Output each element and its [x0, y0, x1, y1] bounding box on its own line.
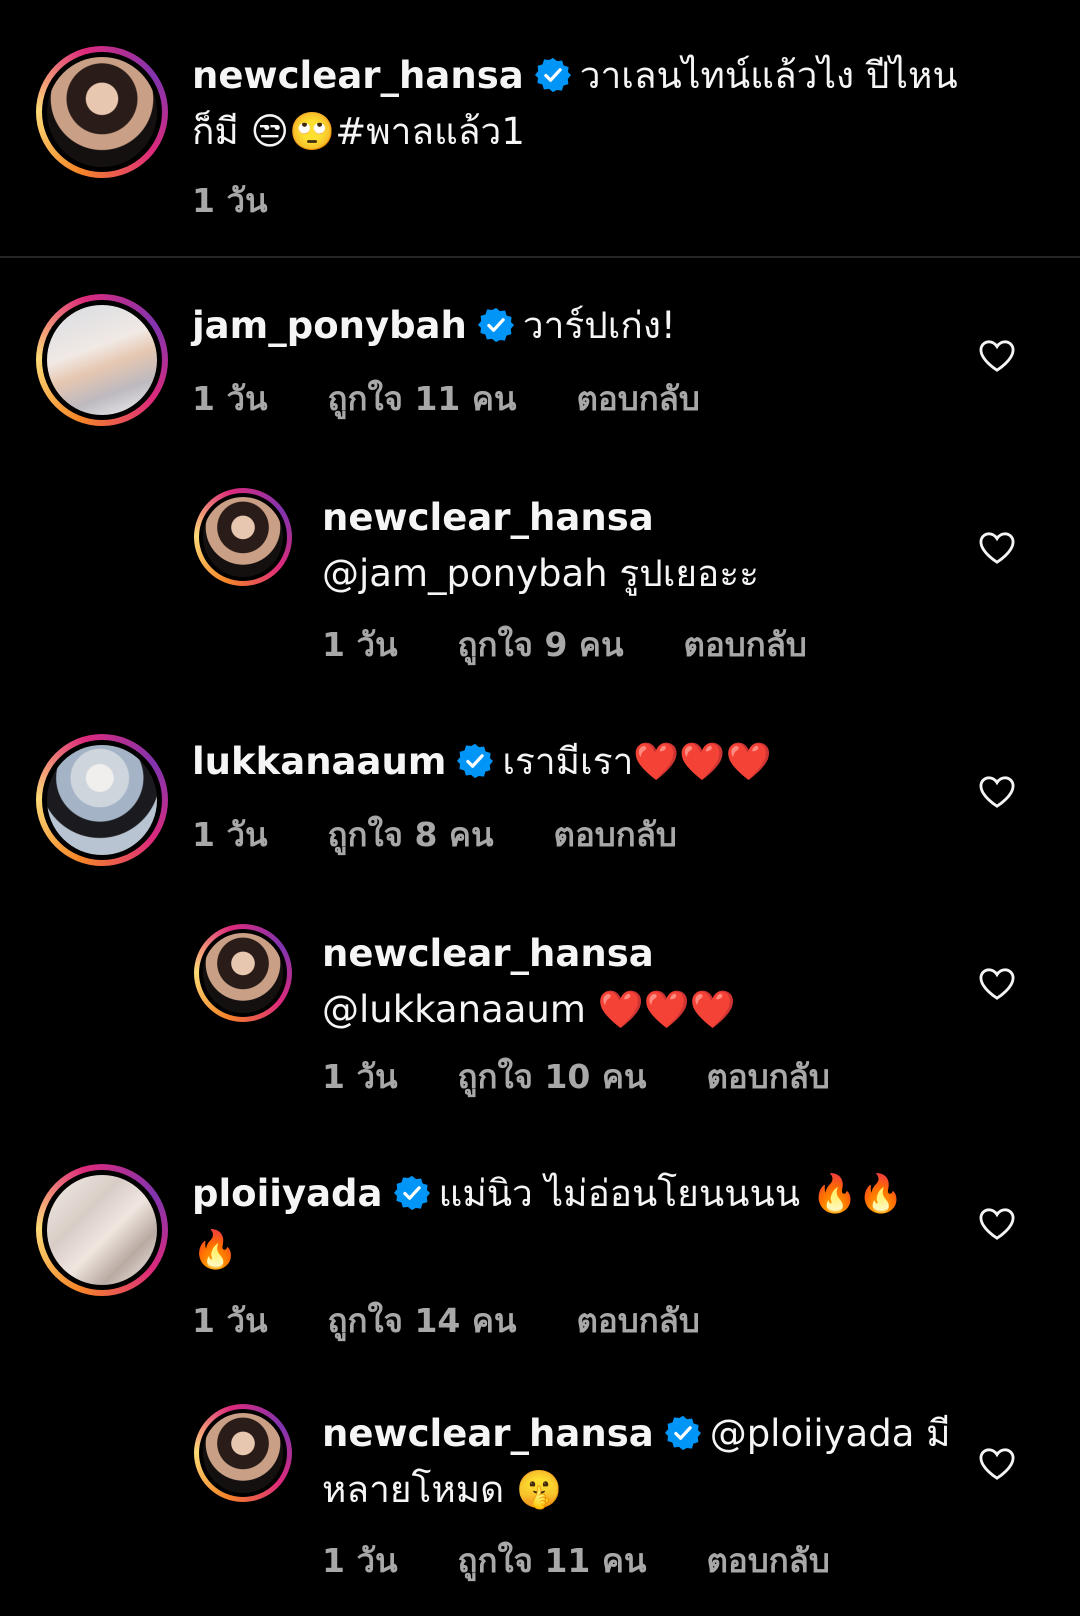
comment-time: 1 วัน — [192, 1301, 268, 1340]
reply-button[interactable]: ตอบกลับ — [707, 1050, 830, 1103]
heart-outline-icon[interactable] — [978, 775, 1016, 809]
reply-text: @ploiiyada มี — [709, 1412, 951, 1455]
comments-screen: newclear_hansa วาเลนไทน์แล้วไง ปีไหน ก็มี… — [0, 0, 1080, 1616]
caption-avatar[interactable] — [36, 46, 168, 178]
comment-text-block: jam_ponybah วาร์ปเก่ง! — [192, 298, 912, 354]
reply-button[interactable]: ตอบกลับ — [684, 618, 807, 671]
comment-avatar[interactable] — [36, 1164, 168, 1296]
reply-button[interactable]: ตอบกลับ — [554, 808, 677, 861]
reply-text: @jam_ponybah รูปเยอะะ — [322, 552, 759, 595]
divider — [0, 256, 1080, 258]
avatar-photo — [47, 745, 157, 855]
reply-text-block: newclear_hansa @ploiiyada มี หลายโหมด 🤫 — [322, 1406, 962, 1518]
comment-text: เรามีเรา❤️❤️❤️ — [502, 740, 772, 783]
reply-username[interactable]: newclear_hansa — [322, 490, 942, 546]
reply-meta: 1 วัน ถูกใจ 10 คน ตอบกลับ — [322, 1050, 830, 1103]
avatar-photo — [203, 1413, 283, 1493]
comment-text: วาร์ปเก่ง! — [522, 304, 676, 347]
comment-avatar[interactable] — [36, 734, 168, 866]
caption-meta: 1 วัน — [192, 174, 268, 227]
reply-text-block: newclear_hansa @lukkanaaum ❤️❤️❤️ — [322, 926, 942, 1038]
reply-avatar[interactable] — [194, 1404, 292, 1502]
reply-username[interactable]: newclear_hansa — [322, 926, 942, 982]
comment-likes[interactable]: ถูกใจ 11 คน — [328, 372, 517, 425]
reply-meta: 1 วัน ถูกใจ 11 คน ตอบกลับ — [322, 1534, 830, 1587]
comment-likes[interactable]: ถูกใจ 14 คน — [328, 1294, 517, 1347]
comment-text-block: ploiiyada แม่นิว ไม่อ่อนโยนนนน 🔥🔥 🔥 — [192, 1166, 952, 1278]
comment-meta: 1 วัน ถูกใจ 8 คน ตอบกลับ — [192, 808, 677, 861]
comment-time: 1 วัน — [192, 379, 268, 418]
avatar-photo — [203, 933, 283, 1013]
reply-text: @lukkanaaum ❤️❤️❤️ — [322, 988, 736, 1031]
comment-text-block: lukkanaaum เรามีเรา❤️❤️❤️ — [192, 734, 912, 790]
reply-text-block: newclear_hansa @jam_ponybah รูปเยอะะ — [322, 490, 942, 602]
avatar-photo — [47, 1175, 157, 1285]
reply-likes[interactable]: ถูกใจ 10 คน — [458, 1050, 647, 1103]
heart-outline-icon[interactable] — [978, 1447, 1016, 1481]
reply-avatar[interactable] — [194, 488, 292, 586]
avatar-photo — [47, 305, 157, 415]
comment-username[interactable]: ploiiyada — [192, 1172, 383, 1215]
reply-text-line2: หลายโหมด 🤫 — [322, 1468, 563, 1511]
comment-meta: 1 วัน ถูกใจ 11 คน ตอบกลับ — [192, 372, 700, 425]
comment-text: แม่นิว ไม่อ่อนโยนนนน 🔥🔥 — [438, 1172, 904, 1215]
comment-username[interactable]: jam_ponybah — [192, 304, 467, 347]
comment-meta: 1 วัน ถูกใจ 14 คน ตอบกลับ — [192, 1294, 700, 1347]
comment-text-line2: 🔥 — [192, 1228, 239, 1271]
comment-avatar[interactable] — [36, 294, 168, 426]
comment-username[interactable]: lukkanaaum — [192, 740, 446, 783]
reply-time: 1 วัน — [322, 1057, 398, 1096]
heart-outline-icon[interactable] — [978, 339, 1016, 373]
caption-text-block: newclear_hansa วาเลนไทน์แล้วไง ปีไหน ก็มี… — [192, 48, 992, 160]
verified-badge-icon — [664, 1415, 701, 1451]
reply-time: 1 วัน — [322, 625, 398, 664]
caption-text-line2: ก็มี 😒🙄#พาลแล้ว1 — [192, 110, 525, 153]
comment-likes[interactable]: ถูกใจ 8 คน — [328, 808, 494, 861]
reply-time: 1 วัน — [322, 1541, 398, 1580]
verified-badge-icon — [534, 57, 571, 93]
reply-avatar[interactable] — [194, 924, 292, 1022]
comment-time: 1 วัน — [192, 815, 268, 854]
verified-badge-icon — [393, 1175, 430, 1211]
reply-likes[interactable]: ถูกใจ 9 คน — [458, 618, 624, 671]
reply-button[interactable]: ตอบกลับ — [577, 1294, 700, 1347]
reply-meta: 1 วัน ถูกใจ 9 คน ตอบกลับ — [322, 618, 807, 671]
heart-outline-icon[interactable] — [978, 1207, 1016, 1241]
reply-username[interactable]: newclear_hansa — [322, 1412, 654, 1455]
verified-badge-icon — [477, 307, 514, 343]
heart-outline-icon[interactable] — [978, 967, 1016, 1001]
reply-button[interactable]: ตอบกลับ — [577, 372, 700, 425]
heart-outline-icon[interactable] — [978, 531, 1016, 565]
avatar-photo — [47, 57, 157, 167]
caption-time: 1 วัน — [192, 181, 268, 220]
reply-button[interactable]: ตอบกลับ — [707, 1534, 830, 1587]
caption-text: วาเลนไทน์แล้วไง ปีไหน — [579, 54, 958, 97]
avatar-photo — [203, 497, 283, 577]
reply-likes[interactable]: ถูกใจ 11 คน — [458, 1534, 647, 1587]
verified-badge-icon — [457, 743, 494, 779]
caption-username[interactable]: newclear_hansa — [192, 54, 524, 97]
